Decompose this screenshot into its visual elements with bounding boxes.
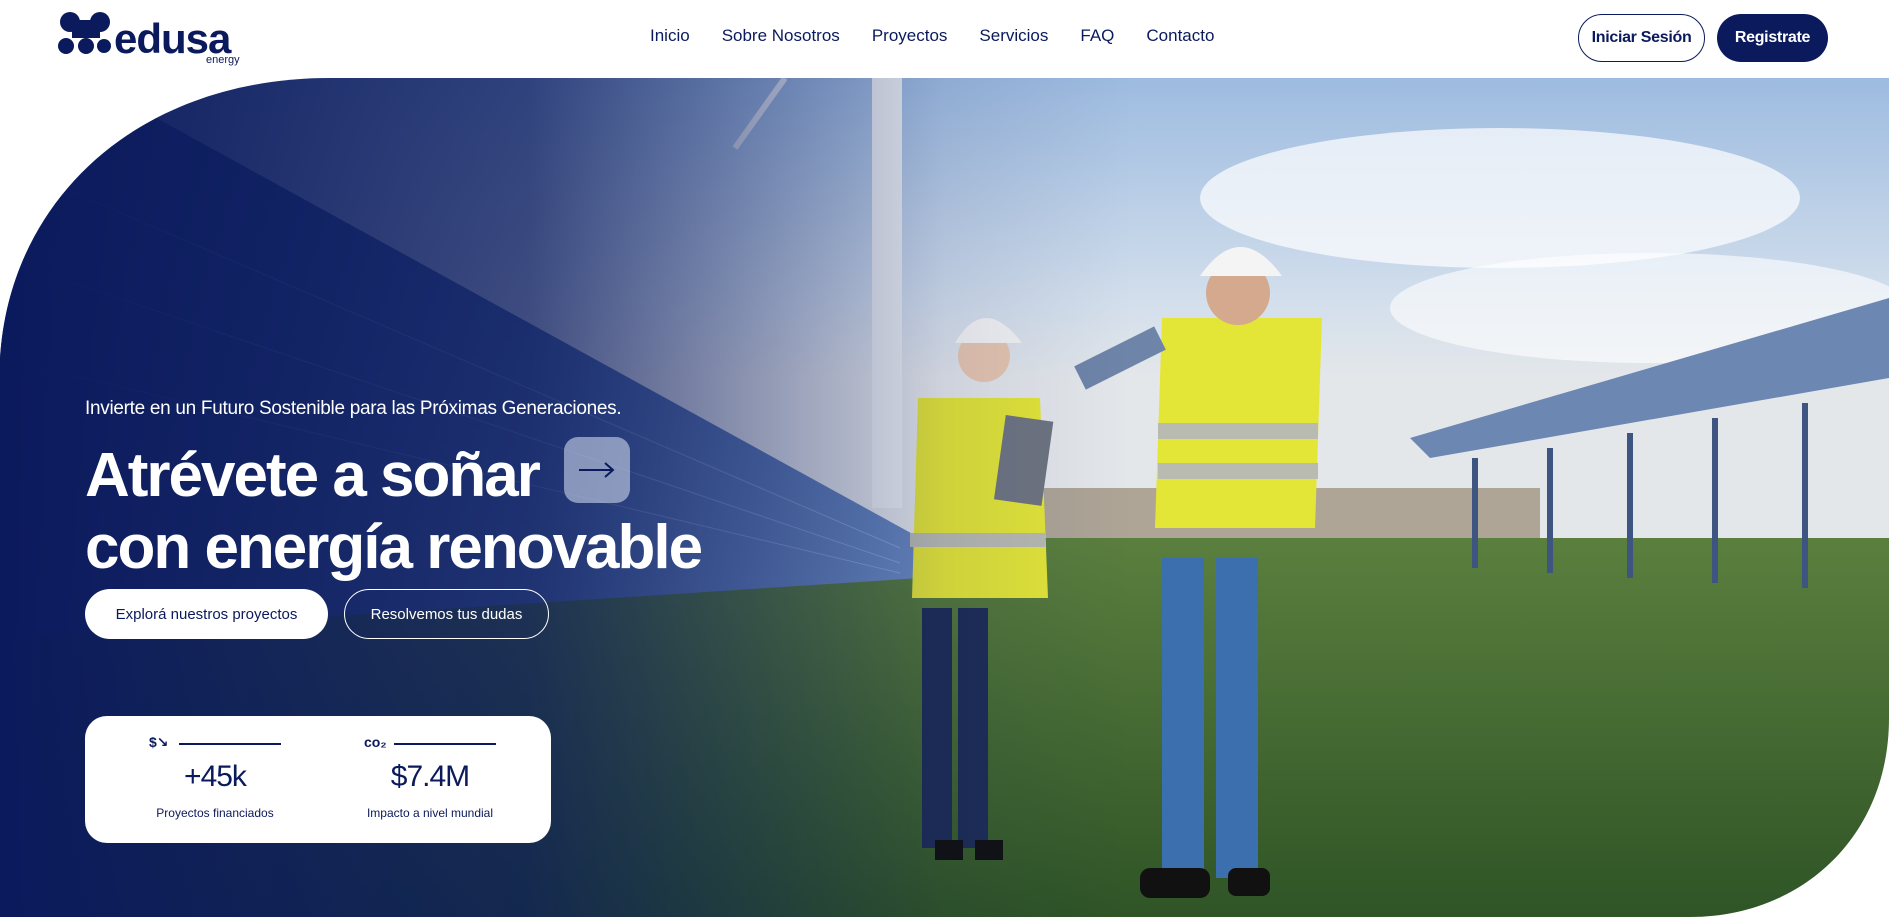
stats-card: $↘ +45k Proyectos financiados co₂ $7.4M … — [85, 716, 551, 843]
hero-title-line-1: Atrévete a soñar — [85, 441, 541, 510]
brand-logo[interactable]: edusa energy — [58, 8, 258, 70]
site-header: edusa energy Inicio Sobre Nosotros Proye… — [0, 0, 1889, 78]
nav-sobre-nosotros[interactable]: Sobre Nosotros — [722, 26, 840, 46]
main-nav: Inicio Sobre Nosotros Proyectos Servicio… — [650, 26, 1214, 46]
stat-label: Proyectos financiados — [156, 806, 274, 820]
explore-projects-button[interactable]: Explorá nuestros proyectos — [85, 589, 328, 639]
nav-inicio[interactable]: Inicio — [650, 26, 690, 46]
hero-eyebrow: Invierte en un Futuro Sostenible para la… — [85, 398, 622, 419]
hero-section: Invierte en un Futuro Sostenible para la… — [0, 78, 1889, 917]
hero-arrow-button[interactable] — [564, 437, 630, 503]
hero-title-line-2: con energía renovable — [85, 513, 703, 582]
stat-impact: co₂ $7.4M Impacto a nivel mundial — [360, 734, 540, 834]
co2-icon: co₂ — [364, 734, 387, 750]
register-button[interactable]: Registrate — [1717, 14, 1828, 62]
dollar-trend-icon: $↘ — [149, 734, 169, 750]
resolve-doubts-button[interactable]: Resolvemos tus dudas — [344, 589, 549, 639]
nav-contacto[interactable]: Contacto — [1146, 26, 1214, 46]
stat-divider — [394, 743, 496, 745]
brand-sub: energy — [206, 54, 240, 66]
nav-faq[interactable]: FAQ — [1080, 26, 1114, 46]
stat-projects: $↘ +45k Proyectos financiados — [145, 734, 325, 834]
nav-proyectos[interactable]: Proyectos — [872, 26, 948, 46]
login-button[interactable]: Iniciar Sesión — [1578, 14, 1705, 62]
hero-title: Atrévete a soñar con energía renovable — [85, 440, 805, 584]
stat-divider — [179, 743, 281, 745]
stat-label: Impacto a nivel mundial — [366, 806, 494, 820]
stat-value: +45k — [184, 760, 247, 793]
nav-servicios[interactable]: Servicios — [979, 26, 1048, 46]
arrow-right-icon — [579, 462, 615, 478]
logo-mark-icon — [58, 12, 111, 54]
stat-value: $7.4M — [390, 760, 470, 793]
